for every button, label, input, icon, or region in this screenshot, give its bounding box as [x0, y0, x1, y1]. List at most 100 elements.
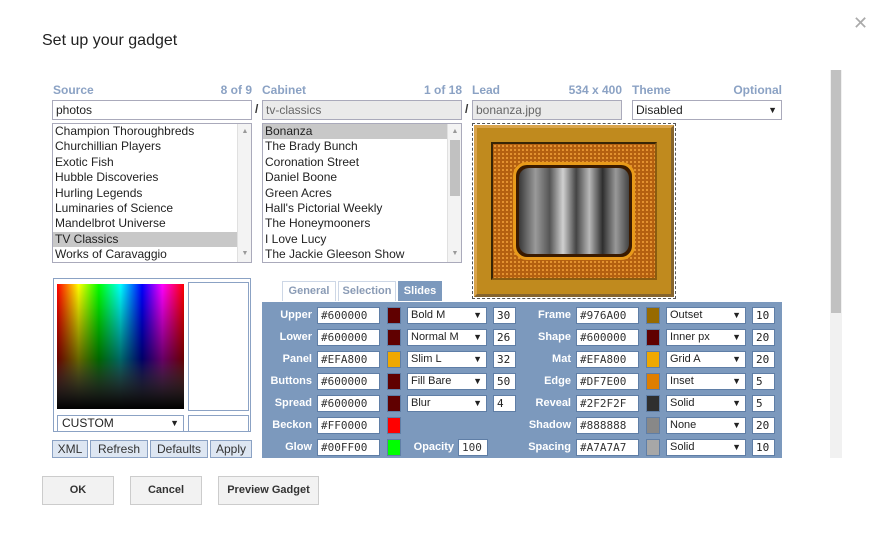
dialog-scrollbar[interactable] [830, 70, 842, 458]
style-value: Outset [670, 309, 703, 321]
size-input[interactable]: 20 [752, 417, 775, 434]
color-value-box[interactable] [188, 415, 249, 432]
cabinet-list[interactable]: Bonanza The Brady Bunch Coronation Street D… [262, 123, 462, 263]
list-item[interactable]: Champion Thoroughbreds [53, 124, 251, 139]
list-item[interactable]: Exotic Fish [53, 155, 251, 170]
color-spectrum[interactable] [57, 284, 184, 409]
color-swatch[interactable] [387, 351, 401, 368]
style-select[interactable]: Solid ▼ [666, 395, 746, 412]
style-value: Grid A [670, 353, 701, 365]
color-swatch[interactable] [387, 307, 401, 324]
chevron-down-icon: ▼ [732, 376, 741, 386]
refresh-button[interactable]: Refresh [90, 440, 148, 458]
color-hex-input[interactable]: #600000 [317, 307, 380, 324]
source-scrollbar[interactable]: ▲ ▼ [237, 124, 251, 262]
color-swatch[interactable] [387, 329, 401, 346]
scroll-down-icon[interactable]: ▼ [238, 248, 251, 260]
style-select[interactable]: Inner px ▼ [666, 329, 746, 346]
defaults-button[interactable]: Defaults [150, 440, 208, 458]
scroll-up-icon[interactable]: ▲ [448, 126, 461, 138]
style-select[interactable]: Outset ▼ [666, 307, 746, 324]
size-input[interactable]: 20 [752, 351, 775, 368]
scroll-thumb[interactable] [831, 70, 841, 313]
cabinet-scrollbar[interactable]: ▲ ▼ [447, 124, 461, 262]
source-input[interactable]: photos [52, 100, 252, 120]
theme-select[interactable]: Disabled ▼ [632, 100, 782, 120]
color-hex-input[interactable]: #EFA800 [576, 351, 639, 368]
tab-general[interactable]: General [282, 281, 336, 301]
color-hex-input[interactable]: #888888 [576, 417, 639, 434]
color-swatch[interactable] [646, 329, 660, 346]
cancel-button[interactable]: Cancel [130, 476, 202, 505]
style-value: Bold M [411, 309, 446, 321]
color-hex-input[interactable]: #600000 [317, 395, 380, 412]
color-hex-input[interactable]: #A7A7A7 [576, 439, 639, 456]
style-select[interactable]: Fill Bare ▼ [407, 373, 487, 390]
list-item[interactable]: I Love Lucy [263, 232, 461, 247]
scroll-up-icon[interactable]: ▲ [238, 126, 251, 138]
list-item[interactable]: Churchillian Players [53, 139, 251, 154]
color-hex-input[interactable]: #DF7E00 [576, 373, 639, 390]
lead-input[interactable]: bonanza.jpg [472, 100, 622, 120]
apply-button[interactable]: Apply [210, 440, 252, 458]
color-hex-input[interactable]: #00FF00 [317, 439, 380, 456]
tab-selection[interactable]: Selection [338, 281, 396, 301]
color-hex-input[interactable]: #EFA800 [317, 351, 380, 368]
list-item[interactable]: Luminaries of Science [53, 201, 251, 216]
lead-label: Lead [472, 83, 501, 97]
row-label: Lower [279, 331, 312, 343]
list-item[interactable]: Daniel Boone [263, 170, 461, 185]
preview-gadget-button[interactable]: Preview Gadget [218, 476, 319, 505]
list-item[interactable]: Hubble Discoveries [53, 170, 251, 185]
color-swatch[interactable] [646, 351, 660, 368]
color-hex-input[interactable]: #600000 [576, 329, 639, 346]
color-swatch[interactable] [646, 373, 660, 390]
style-select[interactable]: Grid A ▼ [666, 351, 746, 368]
color-swatch[interactable] [646, 395, 660, 412]
style-select[interactable]: Normal M ▼ [407, 329, 487, 346]
color-hex-input[interactable]: #FF0000 [317, 417, 380, 434]
style-select[interactable]: Bold M ▼ [407, 307, 487, 324]
style-select[interactable]: Blur ▼ [407, 395, 487, 412]
color-swatch[interactable] [387, 395, 401, 412]
list-item[interactable]: The Brady Bunch [263, 139, 461, 154]
scroll-thumb[interactable] [450, 140, 460, 196]
size-input[interactable]: 10 [752, 439, 775, 456]
tab-slides[interactable]: Slides [398, 281, 442, 301]
color-hex-input[interactable]: #2F2F2F [576, 395, 639, 412]
color-hex-input[interactable]: #600000 [317, 373, 380, 390]
opacity-input[interactable]: 100 [458, 439, 488, 456]
cabinet-input[interactable]: tv-classics [262, 100, 462, 120]
list-item[interactable]: Hurling Legends [53, 186, 251, 201]
color-swatch[interactable] [646, 307, 660, 324]
size-input[interactable]: 5 [752, 395, 775, 412]
list-item[interactable]: Green Acres [263, 186, 461, 201]
color-swatch[interactable] [646, 439, 660, 456]
list-item[interactable]: Works of Caravaggio [53, 247, 251, 262]
source-list[interactable]: Champion Thoroughbreds Churchillian Playe… [52, 123, 252, 263]
color-hex-input[interactable]: #976A00 [576, 307, 639, 324]
list-item[interactable]: TV Classics [53, 231, 251, 248]
color-hex-input[interactable]: #600000 [317, 329, 380, 346]
style-select[interactable]: Inset ▼ [666, 373, 746, 390]
list-item[interactable]: Mandelbrot Universe [53, 216, 251, 231]
size-input[interactable]: 5 [752, 373, 775, 390]
style-select[interactable]: Solid ▼ [666, 439, 746, 456]
ok-button[interactable]: OK [42, 476, 114, 505]
close-icon[interactable]: ✕ [853, 13, 868, 34]
list-item[interactable]: Coronation Street [263, 155, 461, 170]
color-swatch[interactable] [387, 417, 401, 434]
size-input[interactable]: 10 [752, 307, 775, 324]
style-select[interactable]: Slim L ▼ [407, 351, 487, 368]
size-input[interactable]: 20 [752, 329, 775, 346]
xml-button[interactable]: XML [52, 440, 88, 458]
list-item[interactable]: The Honeymooners [263, 216, 461, 231]
list-item[interactable]: Bonanza [263, 124, 461, 140]
color-mode-select[interactable]: CUSTOM ▼ [57, 415, 184, 432]
color-swatch[interactable] [387, 373, 401, 390]
list-item[interactable]: The Jackie Gleeson Show [263, 247, 461, 262]
list-item[interactable]: Hall's Pictorial Weekly [263, 201, 461, 216]
color-swatch[interactable] [646, 417, 660, 434]
scroll-down-icon[interactable]: ▼ [448, 248, 461, 260]
style-select[interactable]: None ▼ [666, 417, 746, 434]
